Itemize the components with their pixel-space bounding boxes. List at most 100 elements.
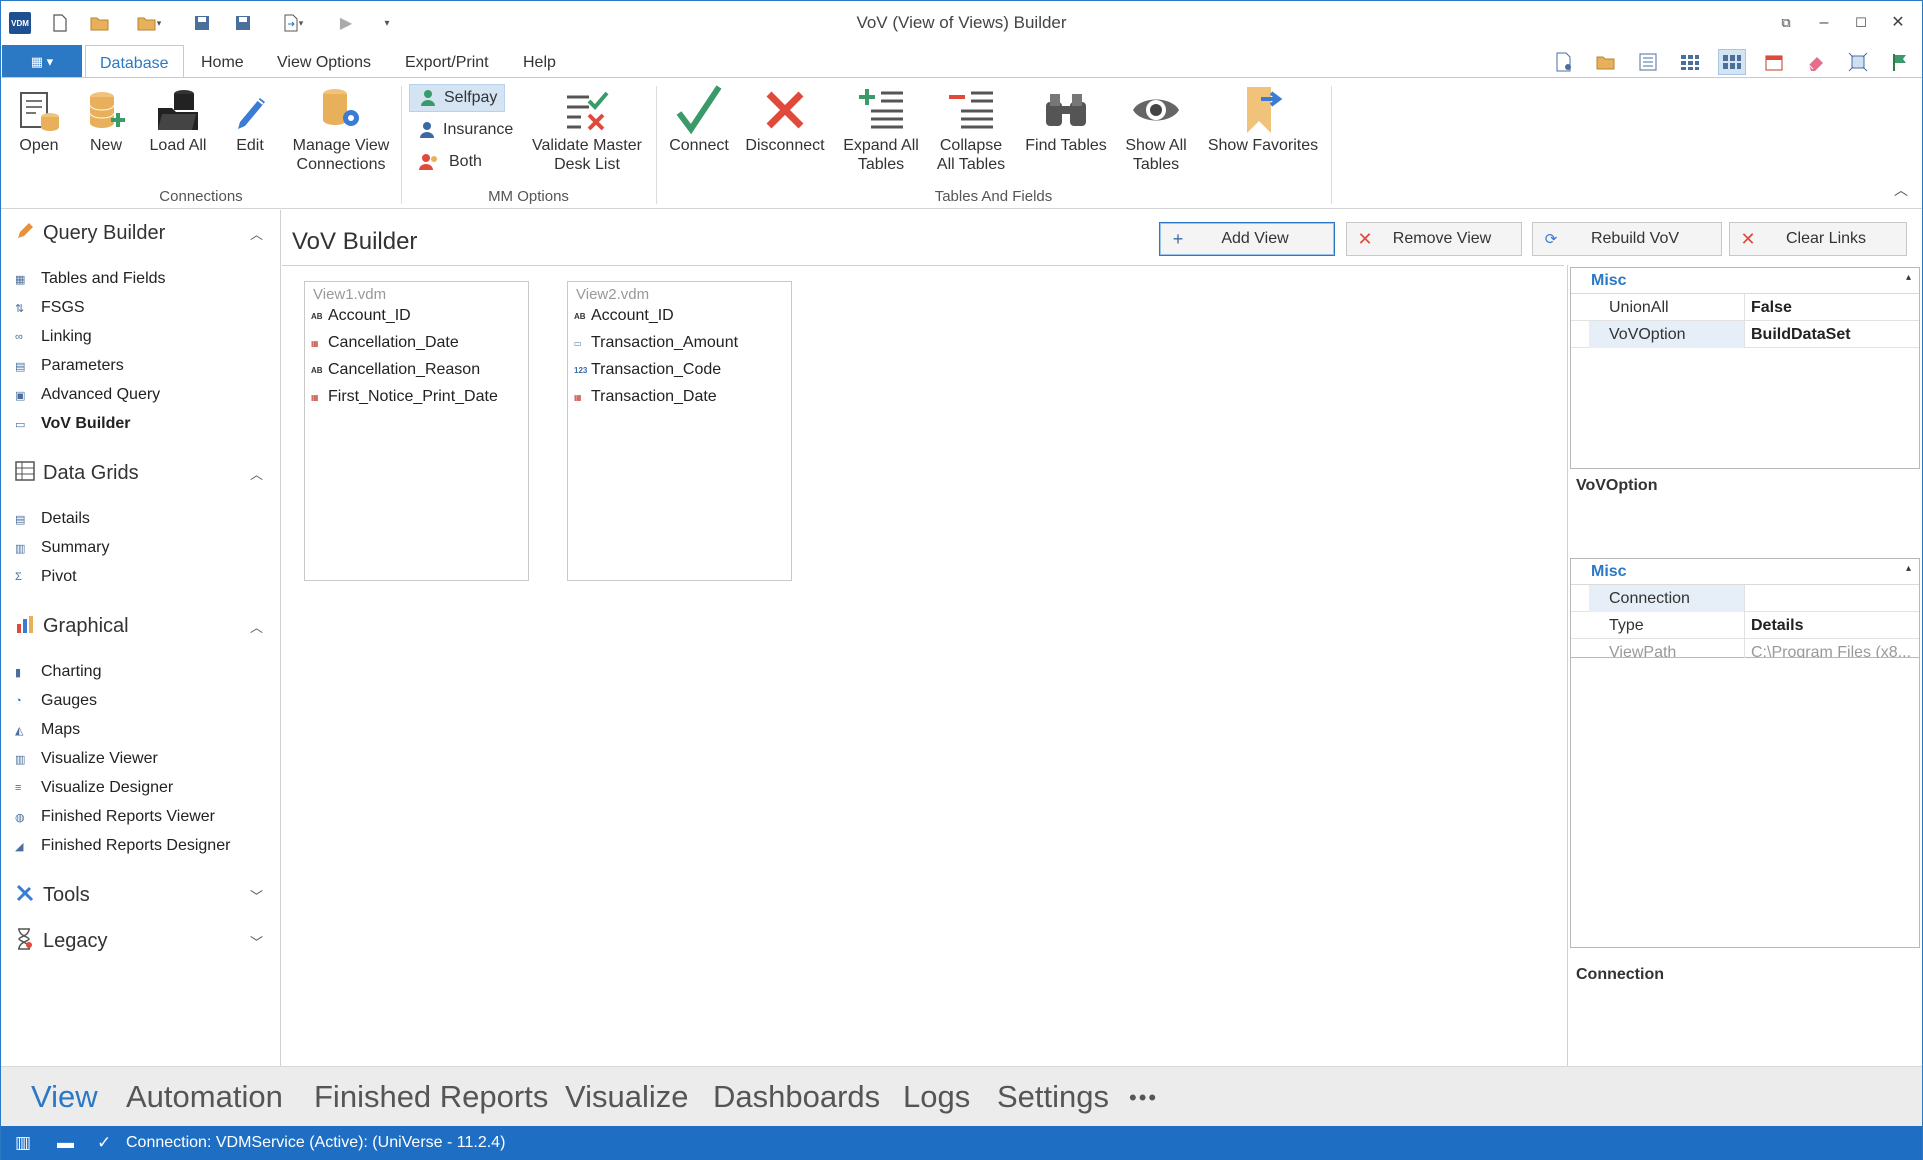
new-report-icon[interactable] [1550, 49, 1578, 75]
property-value[interactable] [1745, 585, 1919, 612]
manage-view-connections-button[interactable]: Manage View Connections [289, 84, 393, 174]
more-tabs-button[interactable]: ••• [1129, 1085, 1158, 1111]
field-item[interactable]: AB Account_ID [574, 304, 674, 328]
clear-links-button[interactable]: ✕ Clear Links [1729, 222, 1907, 256]
restore-layout-icon[interactable]: ⧉ [1771, 9, 1801, 37]
view-property-grid[interactable]: Misc ▴ Connection Type Details ViewPath … [1570, 558, 1920, 666]
property-row-connection[interactable]: Connection [1571, 585, 1919, 612]
graphical-header[interactable]: Graphical ︿ [15, 611, 267, 641]
close-button[interactable]: ✕ [1883, 9, 1913, 37]
nav-vov-builder[interactable]: ▭ VoV Builder [15, 411, 131, 437]
nav-visualize-viewer[interactable]: ▥ Visualize Viewer [15, 746, 158, 772]
pencil-icon [15, 221, 39, 246]
validate-master-desk-list-button[interactable]: Validate Master Desk List [529, 84, 645, 174]
field-item[interactable]: ▦ First_Notice_Print_Date [311, 385, 498, 409]
edit-button[interactable]: Edit [227, 84, 273, 155]
grid-view-icon[interactable] [1676, 49, 1704, 75]
remove-view-button[interactable]: ✕ Remove View [1346, 222, 1522, 256]
nav-advanced-query[interactable]: ▣ Advanced Query [15, 382, 160, 408]
field-item[interactable]: ▦ Cancellation_Date [311, 331, 459, 355]
minimize-button[interactable]: – [1809, 9, 1839, 37]
open-button[interactable]: Open [11, 84, 67, 155]
view-card-view2[interactable]: View2.vdm AB Account_ID ▭ Transaction_Amou… [567, 281, 792, 581]
maximize-button[interactable]: ☐ [1846, 9, 1876, 37]
selfpay-option[interactable]: Selfpay [409, 84, 505, 112]
property-value[interactable]: False [1745, 294, 1919, 321]
bottom-tab-dashboards[interactable]: Dashboards [713, 1079, 880, 1115]
field-item[interactable]: AB Cancellation_Reason [311, 358, 480, 382]
nav-charting[interactable]: ▮ Charting [15, 659, 101, 685]
add-view-button[interactable]: + Add View [1159, 222, 1335, 256]
new-button[interactable]: New [81, 84, 131, 155]
legacy-header[interactable]: Legacy ﹀ [15, 926, 267, 956]
visualize-designer-icon: ≡ [15, 782, 22, 794]
property-row-vovoption[interactable]: VoVOption BuildDataSet [1571, 321, 1919, 348]
show-all-tables-button[interactable]: Show All Tables [1119, 84, 1193, 174]
both-option[interactable]: Both [409, 148, 505, 176]
show-favorites-button[interactable]: Show Favorites [1205, 84, 1321, 155]
disconnect-button[interactable]: Disconnect [745, 84, 825, 155]
data-grids-header[interactable]: Data Grids ︿ [15, 458, 267, 488]
view-card-view1[interactable]: View1.vdm AB Account_ID ▦ Cancellation_Dat… [304, 281, 529, 581]
collapse-category-icon[interactable]: ▴ [1906, 563, 1911, 574]
bottom-tab-visualize[interactable]: Visualize [565, 1079, 689, 1115]
field-item[interactable]: 123 Transaction_Code [574, 358, 721, 382]
nav-parameters[interactable]: ▤ Parameters [15, 353, 124, 379]
load-all-button[interactable]: Load All [145, 84, 211, 155]
tab-help[interactable]: Help [509, 45, 570, 78]
collapse-all-tables-button[interactable]: Collapse All Tables [931, 84, 1011, 174]
tile-view-icon[interactable] [1718, 49, 1746, 75]
vov-canvas[interactable]: View1.vdm AB Account_ID ▦ Cancellation_Dat… [282, 266, 1568, 1066]
nav-finished-reports-designer[interactable]: ◢ Finished Reports Designer [15, 833, 230, 859]
list-view-icon[interactable] [1634, 49, 1662, 75]
category-header[interactable]: Misc ▴ [1571, 268, 1919, 294]
nav-finished-reports-viewer[interactable]: ◍ Finished Reports Viewer [15, 804, 215, 830]
nav-maps[interactable]: ◭ Maps [15, 717, 80, 743]
map-icon: ◭ [15, 724, 24, 737]
calendar-icon[interactable] [1760, 49, 1788, 75]
query-builder-header[interactable]: Query Builder ︿ [15, 218, 267, 248]
rebuild-vov-button[interactable]: ⟳ Rebuild VoV [1532, 222, 1722, 256]
nav-fsgs[interactable]: ⇅ FSGS [15, 295, 85, 321]
property-value[interactable]: BuildDataSet [1745, 321, 1919, 348]
bottom-tab-settings[interactable]: Settings [997, 1079, 1109, 1115]
field-item[interactable]: AB Account_ID [311, 304, 411, 328]
property-row-unionall[interactable]: UnionAll False [1571, 294, 1919, 321]
nav-linking[interactable]: ∞ Linking [15, 324, 92, 350]
database-icon[interactable]: ▬ [57, 1133, 74, 1153]
flag-icon[interactable] [1886, 49, 1914, 75]
nav-gauges[interactable]: ◔ Gauges [15, 688, 97, 714]
collapse-category-icon[interactable]: ▴ [1906, 272, 1911, 283]
nav-tables-and-fields[interactable]: ▦ Tables and Fields [15, 266, 166, 292]
field-item[interactable]: ▭ Transaction_Amount [574, 331, 738, 355]
bottom-tab-logs[interactable]: Logs [903, 1079, 970, 1115]
tab-home[interactable]: Home [187, 45, 258, 78]
property-value[interactable]: Details [1745, 612, 1919, 639]
bottom-tab-view[interactable]: View [31, 1079, 98, 1115]
category-header[interactable]: Misc ▴ [1571, 559, 1919, 585]
nav-visualize-designer[interactable]: ≡ Visualize Designer [15, 775, 173, 801]
tools-header[interactable]: Tools ﹀ [15, 880, 267, 910]
nav-details[interactable]: ▤ Details [15, 506, 90, 532]
fit-window-icon[interactable] [1844, 49, 1872, 75]
eraser-icon[interactable] [1802, 49, 1830, 75]
bottom-tab-automation[interactable]: Automation [126, 1079, 283, 1115]
vov-property-grid[interactable]: Misc ▴ UnionAll False VoVOption BuildDat… [1570, 267, 1920, 469]
expand-all-tables-button[interactable]: Expand All Tables [839, 84, 923, 174]
code-icon: ▣ [15, 389, 26, 402]
nav-summary[interactable]: ▥ Summary [15, 535, 109, 561]
folder-icon[interactable] [1592, 49, 1620, 75]
property-row-type[interactable]: Type Details [1571, 612, 1919, 639]
tab-view-options[interactable]: View Options [263, 45, 385, 78]
tab-export-print[interactable]: Export/Print [391, 45, 503, 78]
connect-button[interactable]: Connect [667, 84, 731, 155]
collapse-ribbon-icon[interactable]: ︿ [1894, 180, 1908, 200]
insurance-option[interactable]: Insurance [409, 116, 529, 144]
server-icon[interactable]: ▥ [15, 1133, 31, 1153]
bottom-tab-finished-reports[interactable]: Finished Reports [314, 1079, 548, 1115]
nav-pivot[interactable]: Σ Pivot [15, 564, 77, 590]
field-item[interactable]: ▦ Transaction_Date [574, 385, 717, 409]
tab-database[interactable]: Database [85, 45, 184, 79]
find-tables-button[interactable]: Find Tables [1021, 84, 1111, 155]
file-menu-button[interactable]: ▦ ▾ [2, 45, 82, 78]
